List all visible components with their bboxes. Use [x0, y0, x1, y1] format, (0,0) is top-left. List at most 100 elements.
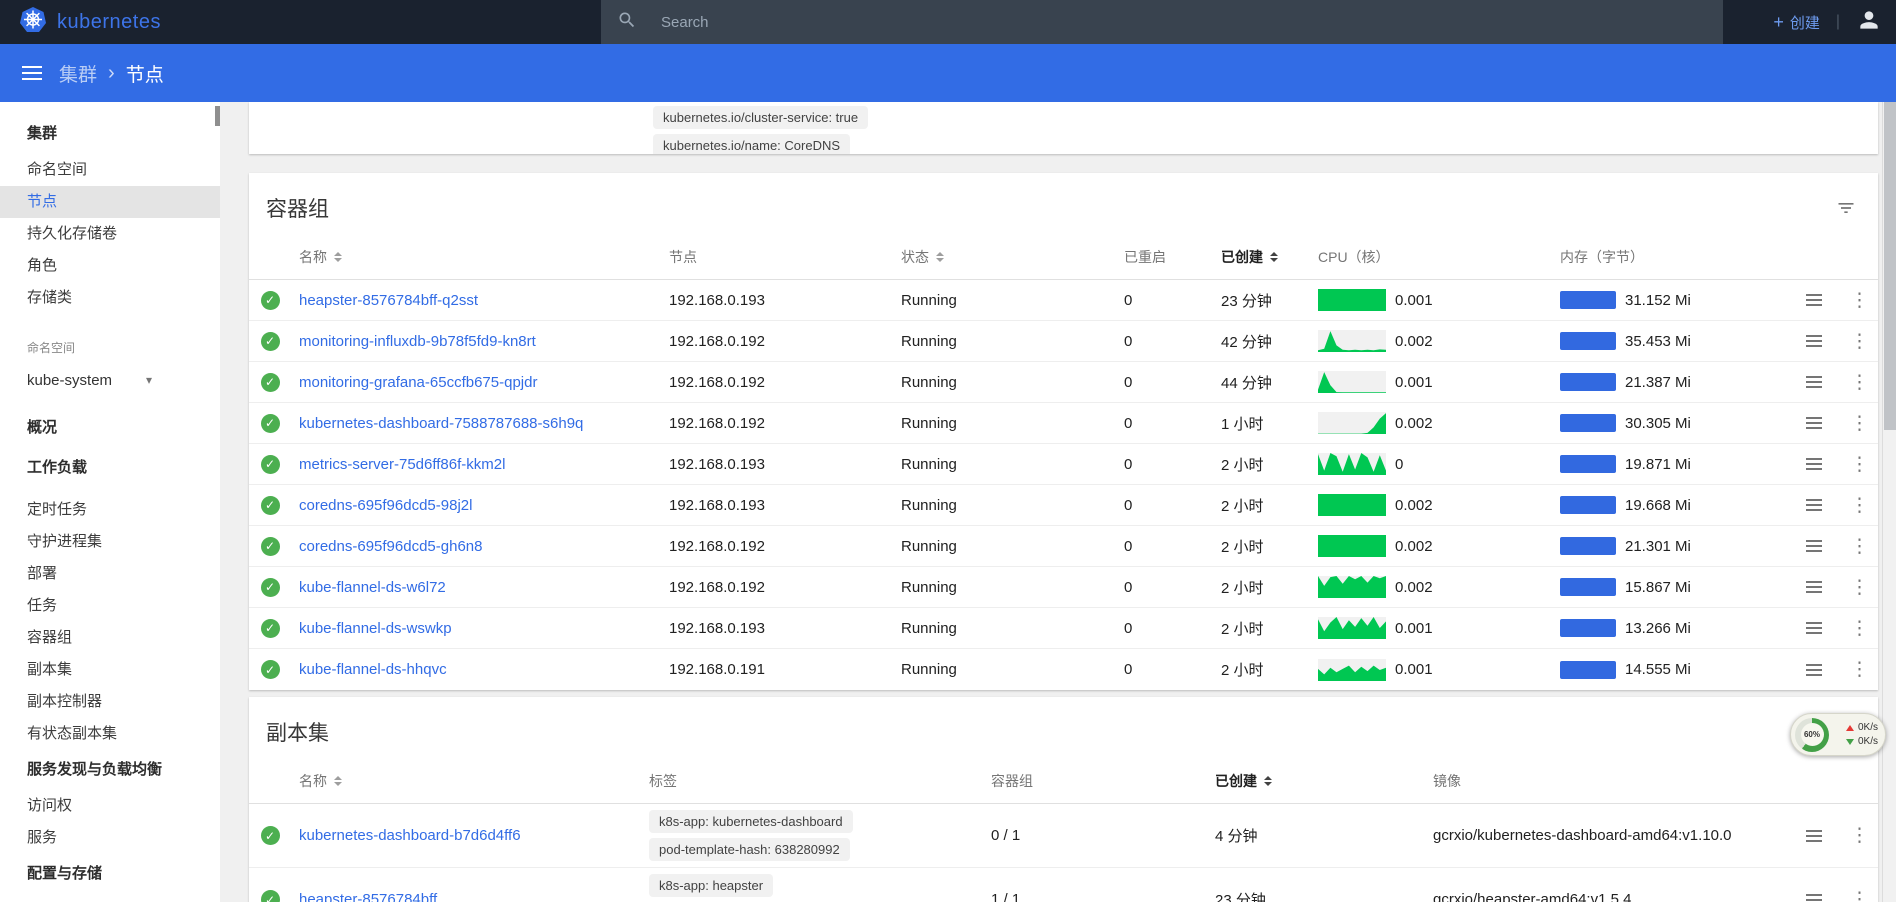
pod-cpu-value: 0.002 — [1395, 415, 1433, 432]
kebab-menu-icon[interactable]: ⋮ — [1842, 330, 1878, 353]
pod-name-link[interactable]: kube-flannel-ds-wswkp — [299, 620, 452, 637]
label-chip: pod-template-hash: 638280992 — [649, 838, 850, 861]
hamburger-menu-icon[interactable] — [22, 66, 42, 80]
logs-icon[interactable] — [1806, 581, 1842, 593]
sidebar-item-replication-controllers[interactable]: 副本控制器 — [0, 686, 220, 718]
label-chip: k8s-app: heapster — [649, 874, 773, 897]
sidebar-item-nodes[interactable]: 节点 — [0, 186, 220, 218]
logs-icon[interactable] — [1806, 540, 1842, 552]
pod-status: Running — [893, 456, 1116, 473]
logs-icon[interactable] — [1806, 664, 1842, 676]
kebab-menu-icon[interactable]: ⋮ — [1842, 576, 1878, 599]
kebab-menu-icon[interactable]: ⋮ — [1842, 617, 1878, 640]
pod-name-link[interactable]: kube-flannel-ds-hhqvc — [299, 661, 447, 678]
pod-mem-value: 30.305 Mi — [1625, 415, 1691, 432]
sidebar-item-storage-classes[interactable]: 存储类 — [0, 282, 220, 314]
chevron-down-icon: ▾ — [146, 373, 152, 387]
status-ok-icon: ✓ — [261, 826, 280, 845]
logs-icon[interactable] — [1806, 458, 1842, 470]
sidebar-item-pods[interactable]: 容器组 — [0, 622, 220, 654]
sidebar-item-stateful-sets[interactable]: 有状态副本集 — [0, 718, 220, 750]
network-monitor-widget[interactable]: 60% 0K/s 0K/s — [1790, 713, 1886, 756]
memory-bar — [1560, 537, 1616, 555]
pod-row: ✓ kube-flannel-ds-wswkp 192.168.0.193 Ru… — [249, 608, 1878, 649]
pod-name-link[interactable]: monitoring-grafana-65ccfb675-qpjdr — [299, 374, 537, 391]
replica-set-name-link[interactable]: heapster-8576784bff — [299, 891, 437, 902]
column-header-cpu: CPU（核） — [1310, 247, 1552, 267]
pod-node: 192.168.0.193 — [661, 456, 893, 473]
create-button[interactable]: + 创建 — [1773, 12, 1820, 33]
column-header-name[interactable]: 名称 — [291, 247, 661, 267]
kebab-menu-icon[interactable]: ⋮ — [1842, 658, 1878, 681]
column-header-name[interactable]: 名称 — [291, 771, 641, 791]
cpu-sparkline — [1318, 371, 1386, 393]
search-input[interactable] — [661, 14, 1611, 31]
logs-icon[interactable] — [1806, 335, 1842, 347]
logs-icon[interactable] — [1806, 294, 1842, 306]
sidebar-item-services[interactable]: 服务 — [0, 822, 220, 854]
sidebar-item-persistent-volumes[interactable]: 持久化存储卷 — [0, 218, 220, 250]
upload-arrow-icon — [1846, 725, 1854, 731]
pod-cpu-value: 0.001 — [1395, 374, 1433, 391]
pod-restarts: 0 — [1116, 579, 1213, 596]
kebab-menu-icon[interactable]: ⋮ — [1842, 888, 1878, 902]
status-ok-icon: ✓ — [261, 537, 280, 556]
namespace-selector[interactable]: kube-system ▾ — [0, 360, 220, 400]
sidebar-item-namespaces[interactable]: 命名空间 — [0, 154, 220, 186]
pod-name-link[interactable]: heapster-8576784bff-q2sst — [299, 292, 478, 309]
pod-restarts: 0 — [1116, 456, 1213, 473]
sidebar-item-cron-jobs[interactable]: 定时任务 — [0, 494, 220, 526]
kebab-menu-icon[interactable]: ⋮ — [1842, 453, 1878, 476]
kebab-menu-icon[interactable]: ⋮ — [1842, 289, 1878, 312]
column-header-created[interactable]: 已创建 — [1213, 247, 1310, 267]
pods-card-title: 容器组 — [266, 193, 329, 223]
logs-icon[interactable] — [1806, 622, 1842, 634]
scrollbar-thumb[interactable] — [1884, 102, 1896, 430]
main-content: kubernetes.io/cluster-service: true kube… — [220, 102, 1882, 902]
status-ok-icon: ✓ — [261, 332, 280, 351]
brand[interactable]: kubernetes — [0, 6, 161, 38]
sidebar-item-jobs[interactable]: 任务 — [0, 590, 220, 622]
sidebar-item-ingresses[interactable]: 访问权 — [0, 790, 220, 822]
cpu-sparkline — [1318, 330, 1386, 352]
pod-status: Running — [893, 661, 1116, 678]
logs-icon[interactable] — [1806, 830, 1842, 842]
pod-name-link[interactable]: kubernetes-dashboard-7588787688-s6h9q — [299, 415, 583, 432]
sidebar-scrollbar-thumb[interactable] — [215, 106, 220, 126]
logs-icon[interactable] — [1806, 499, 1842, 511]
status-ok-icon: ✓ — [261, 578, 280, 597]
breadcrumb-cluster[interactable]: 集群 — [59, 60, 97, 87]
user-avatar-icon[interactable] — [1856, 7, 1882, 38]
sidebar-item-replica-sets[interactable]: 副本集 — [0, 654, 220, 686]
column-header-created[interactable]: 已创建 — [1207, 771, 1425, 791]
pod-row: ✓ kubernetes-dashboard-7588787688-s6h9q … — [249, 403, 1878, 444]
sidebar-item-deployments[interactable]: 部署 — [0, 558, 220, 590]
pod-name-link[interactable]: coredns-695f96dcd5-98j2l — [299, 497, 472, 514]
filter-icon[interactable] — [1836, 198, 1856, 218]
pod-name-link[interactable]: monitoring-influxdb-9b78f5fd9-kn8rt — [299, 333, 536, 350]
pod-node: 192.168.0.192 — [661, 333, 893, 350]
pods-card: 容器组 名称 节点 状态 已重启 已创建 CPU（核） 内存（字节） ✓ hea… — [249, 173, 1878, 690]
replica-set-name-link[interactable]: kubernetes-dashboard-b7d6d4ff6 — [299, 827, 521, 844]
kebab-menu-icon[interactable]: ⋮ — [1842, 412, 1878, 435]
logs-icon[interactable] — [1806, 376, 1842, 388]
kebab-menu-icon[interactable]: ⋮ — [1842, 371, 1878, 394]
column-header-status[interactable]: 状态 — [893, 247, 1116, 267]
pod-mem-value: 21.301 Mi — [1625, 538, 1691, 555]
logs-icon[interactable] — [1806, 417, 1842, 429]
pod-name-link[interactable]: kube-flannel-ds-w6l72 — [299, 579, 446, 596]
sidebar-item-roles[interactable]: 角色 — [0, 250, 220, 282]
sidebar-item-overview[interactable]: 概况 — [0, 408, 220, 448]
pod-cpu-value: 0.002 — [1395, 333, 1433, 350]
pod-row: ✓ coredns-695f96dcd5-gh6n8 192.168.0.192… — [249, 526, 1878, 567]
cpu-gauge: 60% — [1795, 718, 1829, 752]
kebab-menu-icon[interactable]: ⋮ — [1842, 824, 1878, 847]
pod-name-link[interactable]: metrics-server-75d6ff86f-kkm2l — [299, 456, 505, 473]
kebab-menu-icon[interactable]: ⋮ — [1842, 535, 1878, 558]
pod-name-link[interactable]: coredns-695f96dcd5-gh6n8 — [299, 538, 482, 555]
column-header-memory: 内存（字节） — [1552, 247, 1794, 267]
pod-cpu-value: 0.001 — [1395, 292, 1433, 309]
kebab-menu-icon[interactable]: ⋮ — [1842, 494, 1878, 517]
logs-icon[interactable] — [1806, 894, 1842, 902]
sidebar-item-daemon-sets[interactable]: 守护进程集 — [0, 526, 220, 558]
